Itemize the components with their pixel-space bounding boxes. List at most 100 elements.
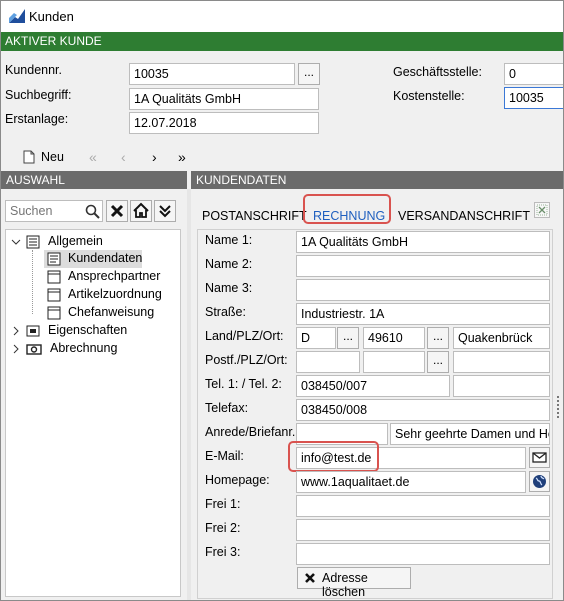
home-icon [133,202,149,218]
tree-node-label: Artikelzuordnung [68,287,162,301]
globe-icon [533,475,546,488]
new-button[interactable]: Neu [23,149,73,167]
kostenstelle-label: Kostenstelle: [393,89,465,103]
delete-address-button[interactable]: Adresse löschen [297,567,411,599]
tree-node-kundendaten[interactable]: Kundendaten [44,250,142,268]
plz-field[interactable]: 49610 [363,327,425,349]
kostenstelle-field[interactable]: 10035 [504,87,563,109]
tree-node-label: Chefanweisung [68,305,155,319]
left-pane: Allgemein Kundendaten Ansprechpartner Ar… [1,189,187,600]
name3-field[interactable] [296,279,550,301]
name2-label: Name 2: [205,257,253,271]
properties-icon [26,325,40,337]
name3-label: Name 3: [205,281,253,295]
postfach-label: Postf./PLZ/Ort: [205,353,288,367]
tree-expand-icon[interactable] [12,326,20,336]
tree-node-label: Kundendaten [68,251,143,265]
frei1-field[interactable] [296,495,550,517]
double-chevron-down-icon [159,205,171,218]
form-icon [47,270,61,284]
tree-node-label: Abrechnung [50,341,118,355]
frei1-label: Frei 1: [205,497,241,511]
kundennr-label: Kundennr. [5,63,62,77]
postfach-plz-lookup-button[interactable]: ... [427,351,449,373]
tree-collapse-icon[interactable] [11,237,21,247]
tab-versandanschrift[interactable]: VERSANDANSCHRIFT [398,203,530,229]
postfach-ort-field[interactable] [453,351,550,373]
new-document-icon [23,150,35,164]
tab-close-button[interactable] [534,202,550,218]
next-record-button[interactable]: › [152,149,157,165]
title-bar: Kunden [1,1,563,32]
land-lookup-button[interactable]: ... [337,327,359,349]
frei3-label: Frei 3: [205,545,241,559]
homepage-label: Homepage: [205,473,270,487]
envelope-icon [532,452,547,463]
frei3-field[interactable] [296,543,550,565]
land-plz-ort-label: Land/PLZ/Ort: [205,329,284,343]
kundennr-lookup-button[interactable]: ... [298,63,320,85]
strasse-field[interactable]: Industriestr. 1A [296,303,550,325]
tree-guide [32,250,33,314]
anrede-label: Anrede/Briefanr.: [205,425,299,439]
frei2-label: Frei 2: [205,521,241,535]
home-button[interactable] [130,200,152,222]
new-button-label: Neu [41,150,64,164]
search-icon[interactable] [85,204,101,220]
name1-field[interactable]: 1A Qualitäts GmbH [296,231,550,253]
tab-postanschrift[interactable]: POSTANSCHRIFT [202,203,307,229]
homepage-field[interactable]: www.1aqualitaet.de [296,471,526,493]
kundennr-field[interactable]: 10035 [129,63,295,85]
open-homepage-button[interactable] [529,471,550,492]
tel1-field[interactable]: 038450/007 [296,375,450,397]
auswahl-header: AUSWAHL [1,171,187,189]
previous-record-button[interactable]: ‹ [121,149,126,165]
delete-address-label: Adresse löschen [322,571,368,599]
first-record-button[interactable]: « [89,149,97,165]
send-email-button[interactable] [529,447,550,468]
erstanlage-field[interactable]: 12.07.2018 [129,112,319,134]
telefon-label: Tel. 1: / Tel. 2: [205,377,282,391]
close-icon [536,204,548,216]
expand-all-button[interactable] [154,200,176,222]
document-icon [47,252,61,266]
tree-node-label: Eigenschaften [48,323,128,337]
ort-field[interactable]: Quakenbrück [453,327,550,349]
briefanrede-field[interactable]: Sehr geehrte Damen und Herr [390,423,550,445]
app-logo-icon [9,9,25,23]
window-title: Kunden [29,9,74,24]
list-icon [26,235,40,249]
strasse-label: Straße: [205,305,246,319]
form-icon [47,306,61,320]
plz-lookup-button[interactable]: ... [427,327,449,349]
telefax-label: Telefax: [205,401,249,415]
clear-search-button[interactable] [106,200,128,222]
close-icon [110,204,124,218]
pane-splitter[interactable] [187,189,191,600]
window: Kunden AKTIVER KUNDE Kundennr. 10035 ...… [0,0,564,601]
active-customer-banner: AKTIVER KUNDE [1,32,563,51]
last-record-button[interactable]: » [178,149,186,165]
tel2-field[interactable] [453,375,550,397]
form-icon [47,288,61,302]
tree-node-label: Allgemein [48,234,103,248]
geschaeftsstelle-field[interactable]: 0 [504,63,563,85]
kundendaten-header: KUNDENDATEN [191,171,563,189]
postfach-field[interactable] [296,351,360,373]
erstanlage-label: Erstanlage: [5,112,69,126]
tree-expand-icon[interactable] [12,344,20,354]
money-icon [26,344,42,355]
suchbegriff-label: Suchbegriff: [5,88,72,102]
suchbegriff-field[interactable]: 1A Qualitäts GmbH [129,88,319,110]
name2-field[interactable] [296,255,550,277]
scroll-grip[interactable] [557,396,559,420]
postfach-plz-field[interactable] [363,351,425,373]
land-field[interactable]: D [296,327,336,349]
telefax-field[interactable]: 038450/008 [296,399,550,421]
email-highlight [288,441,379,472]
tree-node-label: Ansprechpartner [68,269,161,283]
email-label: E-Mail: [205,449,244,463]
close-icon [305,573,315,583]
frei2-field[interactable] [296,519,550,541]
navigation-tree: Allgemein Kundendaten Ansprechpartner Ar… [5,229,181,597]
